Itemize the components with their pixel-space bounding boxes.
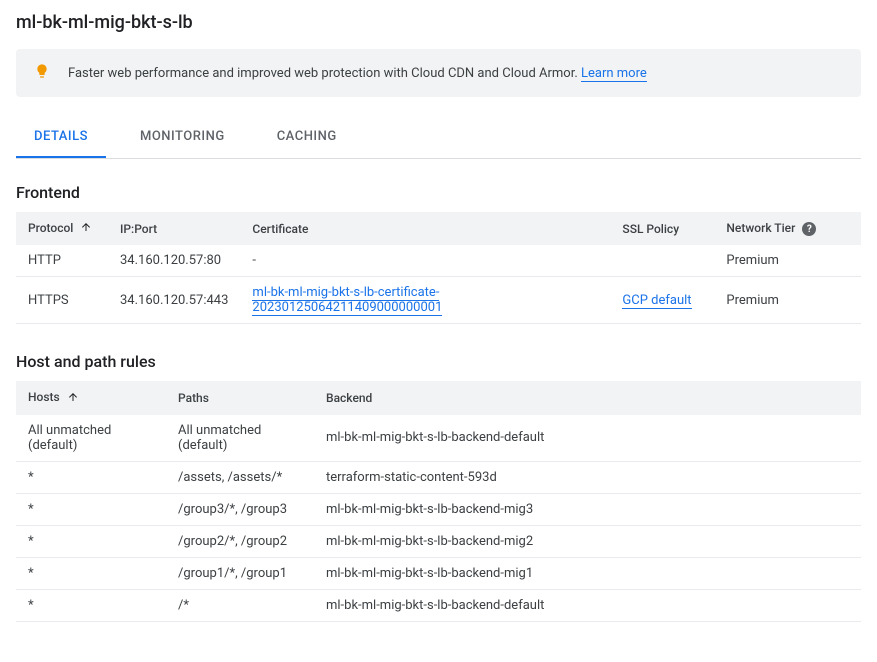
frontend-table: Protocol IP:Port Certificate SSL Policy … [16, 212, 861, 324]
certificate-value: - [252, 253, 256, 268]
frontend-header-ipport[interactable]: IP:Port [108, 212, 240, 245]
cell-sslpolicy: GCP default [610, 277, 714, 324]
cell-networktier: Premium [714, 277, 861, 324]
frontend-header-certificate[interactable]: Certificate [240, 212, 610, 245]
tab-details[interactable]: DETAILS [16, 117, 106, 158]
hostpath-section-title: Host and path rules [16, 352, 861, 371]
tab-caching[interactable]: CACHING [259, 117, 355, 158]
cell-paths: /group3/*, /group3 [166, 493, 314, 525]
arrow-up-icon [80, 221, 92, 236]
cell-paths: /group2/*, /group2 [166, 525, 314, 557]
cell-sslpolicy [610, 245, 714, 277]
cell-hosts: * [16, 461, 166, 493]
learn-more-link[interactable]: Learn more [581, 66, 647, 82]
hostpath-table: Hosts Paths Backend All unmatched (defau… [16, 381, 861, 621]
cell-networktier: Premium [714, 245, 861, 277]
cell-ipport: 34.160.120.57:443 [108, 277, 240, 324]
cell-backend: terraform-static-content-593d [314, 461, 861, 493]
table-row: */group3/*, /group3ml-bk-ml-mig-bkt-s-lb… [16, 493, 861, 525]
banner-text: Faster web performance and improved web … [68, 66, 581, 81]
header-label: Hosts [28, 390, 60, 404]
table-row: */group1/*, /group1ml-bk-ml-mig-bkt-s-lb… [16, 557, 861, 589]
header-label: Network Tier [726, 221, 795, 235]
table-row: HTTP34.160.120.57:80- Premium [16, 245, 861, 277]
frontend-section-title: Frontend [16, 183, 861, 202]
banner-message: Faster web performance and improved web … [68, 66, 647, 81]
hostpath-header-hosts[interactable]: Hosts [16, 381, 166, 414]
hostpath-header-backend[interactable]: Backend [314, 381, 861, 414]
cell-backend: ml-bk-ml-mig-bkt-s-lb-backend-mig2 [314, 525, 861, 557]
frontend-header-sslpolicy[interactable]: SSL Policy [610, 212, 714, 245]
cell-hosts: * [16, 589, 166, 621]
table-row: */group2/*, /group2ml-bk-ml-mig-bkt-s-lb… [16, 525, 861, 557]
hostpath-header-paths[interactable]: Paths [166, 381, 314, 414]
cell-paths: /assets, /assets/* [166, 461, 314, 493]
cell-protocol: HTTP [16, 245, 108, 277]
cell-backend: ml-bk-ml-mig-bkt-s-lb-backend-mig3 [314, 493, 861, 525]
ssl-policy-link[interactable]: GCP default [622, 293, 691, 309]
cell-paths: /* [166, 589, 314, 621]
cell-ipport: 34.160.120.57:80 [108, 245, 240, 277]
cell-paths: /group1/*, /group1 [166, 557, 314, 589]
table-row: */*ml-bk-ml-mig-bkt-s-lb-backend-default [16, 589, 861, 621]
arrow-up-icon [67, 391, 79, 406]
help-icon[interactable]: ? [802, 222, 816, 236]
certificate-link[interactable]: ml-bk-ml-mig-bkt-s-lb-certificate-202301… [252, 285, 442, 316]
table-row: */assets, /assets/*terraform-static-cont… [16, 461, 861, 493]
cell-hosts: * [16, 525, 166, 557]
frontend-header-protocol[interactable]: Protocol [16, 212, 108, 245]
promo-banner: Faster web performance and improved web … [16, 49, 861, 97]
page-title: ml-bk-ml-mig-bkt-s-lb [16, 12, 861, 33]
tab-monitoring[interactable]: MONITORING [122, 117, 243, 158]
cell-certificate: ml-bk-ml-mig-bkt-s-lb-certificate-202301… [240, 277, 610, 324]
tabs: DETAILS MONITORING CACHING [16, 117, 861, 159]
cell-certificate: - [240, 245, 610, 277]
cell-backend: ml-bk-ml-mig-bkt-s-lb-backend-default [314, 415, 861, 462]
cell-hosts: * [16, 493, 166, 525]
table-row: HTTPS34.160.120.57:443 ml-bk-ml-mig-bkt-s… [16, 277, 861, 324]
cell-hosts: All unmatched (default) [16, 415, 166, 462]
frontend-header-networktier[interactable]: Network Tier ? [714, 212, 861, 245]
cell-paths: All unmatched (default) [166, 415, 314, 462]
lightbulb-icon [34, 63, 50, 83]
header-label: Protocol [28, 221, 73, 235]
cell-backend: ml-bk-ml-mig-bkt-s-lb-backend-mig1 [314, 557, 861, 589]
cell-hosts: * [16, 557, 166, 589]
table-row: All unmatched (default)All unmatched (de… [16, 415, 861, 462]
cell-protocol: HTTPS [16, 277, 108, 324]
cell-backend: ml-bk-ml-mig-bkt-s-lb-backend-default [314, 589, 861, 621]
